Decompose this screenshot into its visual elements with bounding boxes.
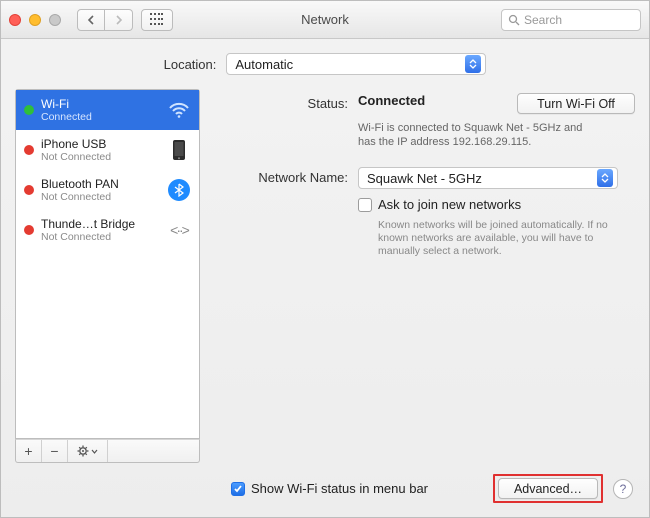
- show-wifi-status-checkbox[interactable]: Show Wi-Fi status in menu bar: [231, 481, 428, 496]
- chevron-updown-icon: [465, 55, 481, 73]
- network-name-value: Squawk Net - 5GHz: [367, 171, 482, 186]
- location-value: Automatic: [235, 57, 293, 72]
- add-interface-button[interactable]: +: [16, 440, 42, 462]
- sidebar-footer: + −: [15, 439, 200, 463]
- close-button[interactable]: [9, 14, 21, 26]
- sidebar-item-status: Not Connected: [41, 191, 160, 203]
- help-button[interactable]: ?: [613, 479, 633, 499]
- ask-to-join-description: Known networks will be joined automatica…: [378, 219, 628, 258]
- content: Wi-Fi Connected iPhone USB Not Connected: [1, 89, 649, 517]
- checkbox-icon: [231, 482, 245, 496]
- interface-actions-menu[interactable]: [68, 440, 108, 462]
- footer-row: Show Wi-Fi status in menu bar Advanced… …: [231, 474, 633, 503]
- network-name-label: Network Name:: [228, 167, 358, 189]
- iphone-icon: [167, 138, 191, 162]
- search-icon: [508, 14, 520, 26]
- sidebar-item-status: Not Connected: [41, 231, 160, 243]
- turn-wifi-off-button[interactable]: Turn Wi-Fi Off: [517, 93, 635, 114]
- back-button[interactable]: [77, 9, 105, 31]
- titlebar: Network Search: [1, 1, 649, 39]
- chevron-down-icon: [91, 449, 98, 454]
- location-label: Location:: [164, 57, 217, 72]
- status-description: Wi-Fi is connected to Squawk Net - 5GHz …: [358, 121, 598, 149]
- sidebar-item-label: Wi-Fi: [41, 97, 160, 111]
- interfaces-sidebar: Wi-Fi Connected iPhone USB Not Connected: [15, 89, 200, 439]
- location-row: Location: Automatic: [1, 39, 649, 89]
- advanced-button[interactable]: Advanced…: [498, 478, 598, 499]
- sidebar-item-label: Thunde…t Bridge: [41, 217, 160, 231]
- nav-buttons: [77, 9, 133, 31]
- status-dot-icon: [24, 105, 34, 115]
- search-input[interactable]: Search: [501, 9, 641, 31]
- show-all-button[interactable]: [141, 9, 173, 31]
- status-dot-icon: [24, 145, 34, 155]
- bluetooth-icon: [167, 178, 191, 202]
- zoom-button: [49, 14, 61, 26]
- chevron-updown-icon: [597, 169, 613, 187]
- checkbox-icon: [358, 198, 372, 212]
- status-dot-icon: [24, 185, 34, 195]
- sidebar-item-wifi[interactable]: Wi-Fi Connected: [16, 90, 199, 130]
- sidebar-item-status: Connected: [41, 111, 160, 123]
- grid-icon: [150, 13, 164, 27]
- sidebar-item-label: Bluetooth PAN: [41, 177, 160, 191]
- ask-to-join-label: Ask to join new networks: [378, 197, 521, 212]
- status-value: Connected: [358, 93, 425, 108]
- forward-button[interactable]: [105, 9, 133, 31]
- wifi-icon: [167, 98, 191, 122]
- gear-icon: [77, 445, 89, 457]
- sidebar-item-iphone-usb[interactable]: iPhone USB Not Connected: [16, 130, 199, 170]
- minimize-button[interactable]: [29, 14, 41, 26]
- location-select[interactable]: Automatic: [226, 53, 486, 75]
- ask-to-join-checkbox[interactable]: Ask to join new networks: [358, 197, 521, 212]
- status-label: Status:: [228, 93, 358, 114]
- sidebar-item-status: Not Connected: [41, 151, 160, 163]
- sidebar-item-thunderbolt-bridge[interactable]: Thunde…t Bridge Not Connected <··>: [16, 210, 199, 250]
- sidebar-wrap: Wi-Fi Connected iPhone USB Not Connected: [15, 89, 200, 507]
- network-name-select[interactable]: Squawk Net - 5GHz: [358, 167, 618, 189]
- thunderbolt-icon: <··>: [167, 218, 191, 242]
- window-controls: [9, 14, 61, 26]
- advanced-highlight: Advanced…: [493, 474, 603, 503]
- sidebar-item-bluetooth-pan[interactable]: Bluetooth PAN Not Connected: [16, 170, 199, 210]
- status-dot-icon: [24, 225, 34, 235]
- search-placeholder: Search: [524, 13, 562, 27]
- detail-pane: Status: Connected Turn Wi-Fi Off Wi-Fi i…: [214, 89, 635, 507]
- sidebar-item-label: iPhone USB: [41, 137, 160, 151]
- remove-interface-button[interactable]: −: [42, 440, 68, 462]
- network-preferences-window: Network Search Location: Automatic Wi-Fi: [0, 0, 650, 518]
- show-wifi-status-label: Show Wi-Fi status in menu bar: [251, 481, 428, 496]
